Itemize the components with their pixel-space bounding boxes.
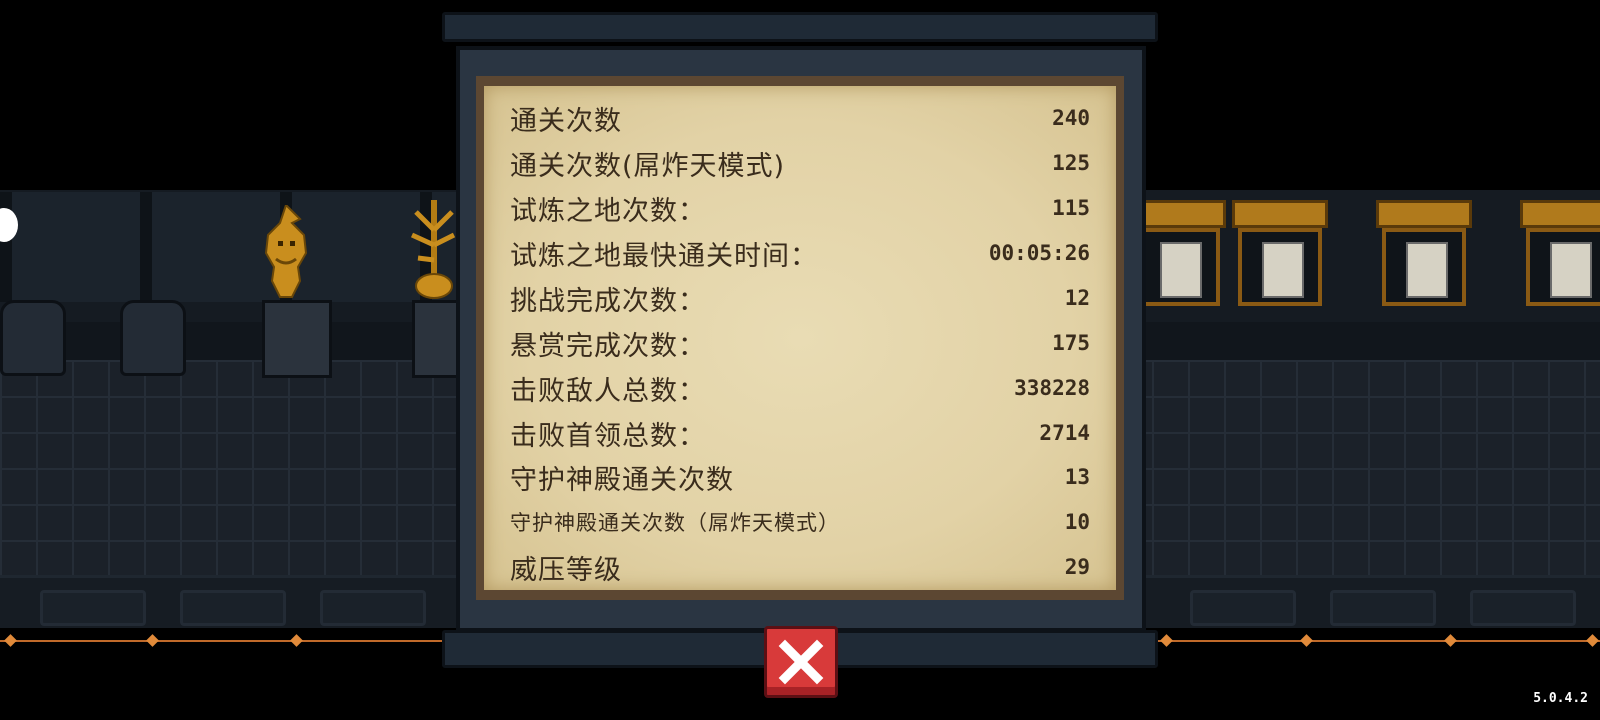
stat-value: 115 <box>1052 196 1090 220</box>
rail-diamond <box>146 634 159 647</box>
trim-panel <box>1470 590 1576 626</box>
trim-panel <box>1330 590 1436 626</box>
stat-label: 守护神殿通关次数（屌炸天模式） <box>510 511 840 535</box>
stat-row-temple-badass: 守护神殿通关次数（屌炸天模式） 10 <box>510 502 1090 542</box>
stat-value: 240 <box>1052 106 1090 130</box>
stat-label: 挑战完成次数： <box>510 285 706 317</box>
trim-panel <box>40 590 146 626</box>
stat-value: 29 <box>1064 555 1090 579</box>
version-label: 5.0.4.2 <box>1533 691 1588 706</box>
stat-label: 威压等级 <box>510 554 622 586</box>
stat-row-temple: 守护神殿通关次数 13 <box>510 457 1090 497</box>
trim-panel <box>320 590 426 626</box>
stat-row-bounties: 悬赏完成次数： 175 <box>510 323 1090 363</box>
stat-label: 试炼之地次数： <box>510 195 706 227</box>
statue-pedestal <box>262 300 332 378</box>
trim-panel <box>180 590 286 626</box>
stat-row-clears-badass: 通关次数(屌炸天模式) 125 <box>510 143 1090 183</box>
stat-label: 击败首领总数： <box>510 420 706 452</box>
trim-panel <box>1190 590 1296 626</box>
stat-row-clears: 通关次数 240 <box>510 98 1090 138</box>
stat-row-trial-count: 试炼之地次数： 115 <box>510 188 1090 228</box>
stat-value: 00:05:26 <box>988 241 1090 265</box>
rail-diamond <box>1444 634 1457 647</box>
close-x-icon <box>778 639 824 685</box>
stat-value: 338228 <box>1014 376 1090 400</box>
golden-statue-icon[interactable] <box>256 203 316 305</box>
stat-value: 12 <box>1064 286 1090 310</box>
stat-value: 2714 <box>1039 421 1090 445</box>
stat-row-pressure-level: 威压等级 29 <box>510 547 1090 587</box>
stat-label: 通关次数(屌炸天模式) <box>510 150 786 182</box>
stat-value: 175 <box>1052 331 1090 355</box>
wall-frame[interactable] <box>1520 200 1600 310</box>
pillar <box>120 300 186 376</box>
stat-row-trial-fastest: 试炼之地最快通关时间： 00:05:26 <box>510 233 1090 273</box>
rail-diamond <box>1160 634 1173 647</box>
wall-frame[interactable] <box>1376 200 1472 310</box>
stat-label: 通关次数 <box>510 105 622 137</box>
wall-arches <box>0 192 460 302</box>
stat-row-enemies: 击败敌人总数： 338228 <box>510 368 1090 408</box>
rail-diamond <box>4 634 17 647</box>
stat-value: 13 <box>1064 465 1090 489</box>
stat-value: 125 <box>1052 151 1090 175</box>
stat-value: 10 <box>1064 510 1090 534</box>
stat-row-challenges: 挑战完成次数： 12 <box>510 278 1090 318</box>
stat-label: 悬赏完成次数： <box>510 330 706 362</box>
stat-label: 试炼之地最快通关时间： <box>510 240 818 272</box>
rail-diamond <box>1300 634 1313 647</box>
close-button[interactable] <box>764 626 838 698</box>
stat-row-bosses: 击败首领总数： 2714 <box>510 413 1090 453</box>
rail-diamond <box>1586 634 1599 647</box>
pillar <box>0 300 66 376</box>
board-top-bar <box>442 12 1158 42</box>
golden-plant-statue-icon[interactable] <box>404 190 464 299</box>
stat-label: 击败敌人总数： <box>510 375 706 407</box>
rail-diamond <box>290 634 303 647</box>
wall-frame[interactable] <box>1232 200 1328 310</box>
stat-label: 守护神殿通关次数 <box>510 464 734 496</box>
